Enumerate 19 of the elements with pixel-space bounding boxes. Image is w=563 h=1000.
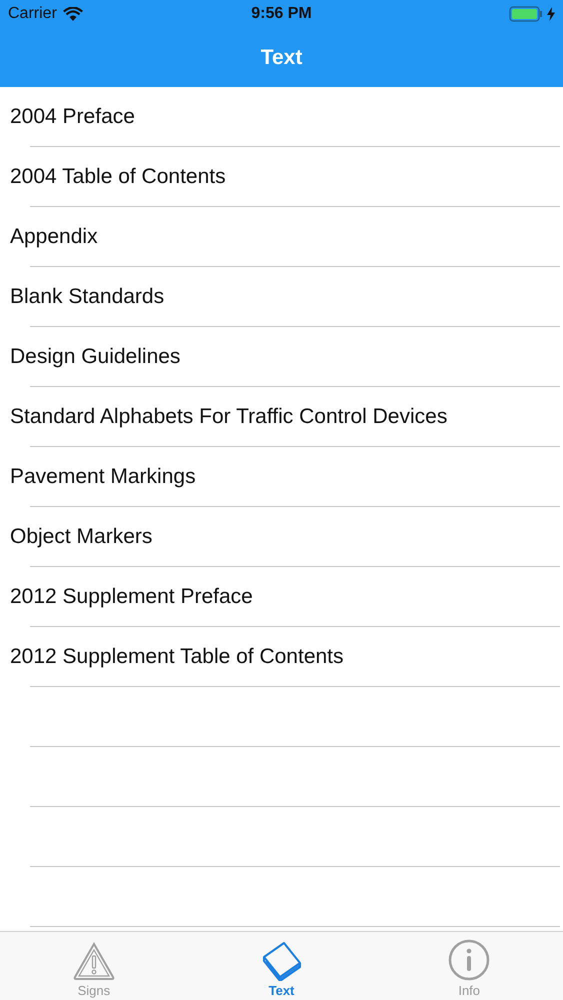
list-item[interactable]: 2004 Preface — [10, 105, 135, 129]
charging-icon — [547, 7, 555, 21]
list-item[interactable]: Pavement Markings — [10, 465, 196, 489]
status-time: 9:56 PM — [251, 5, 312, 23]
list-item[interactable]: 2012 Supplement Table of Contents — [10, 645, 344, 669]
list-item[interactable]: Object Markers — [10, 525, 152, 549]
info-icon — [448, 939, 490, 981]
carrier-name: Carrier — [8, 5, 57, 23]
wifi-icon — [62, 7, 83, 21]
list-item[interactable]: 2004 Table of Contents — [10, 165, 226, 189]
list-item[interactable]: Standard Alphabets For Traffic Control Devices — [10, 405, 448, 429]
nav-title: Text — [260, 46, 302, 70]
list-item[interactable]: Blank Standards — [10, 285, 164, 309]
battery-icon — [509, 6, 543, 22]
list-item[interactable]: Appendix — [10, 225, 98, 249]
warning-icon — [72, 941, 116, 981]
list-item[interactable]: 2012 Supplement Preface — [10, 585, 253, 609]
tab[interactable]: Text — [188, 932, 376, 1000]
list-item[interactable]: Design Guidelines — [10, 345, 180, 369]
